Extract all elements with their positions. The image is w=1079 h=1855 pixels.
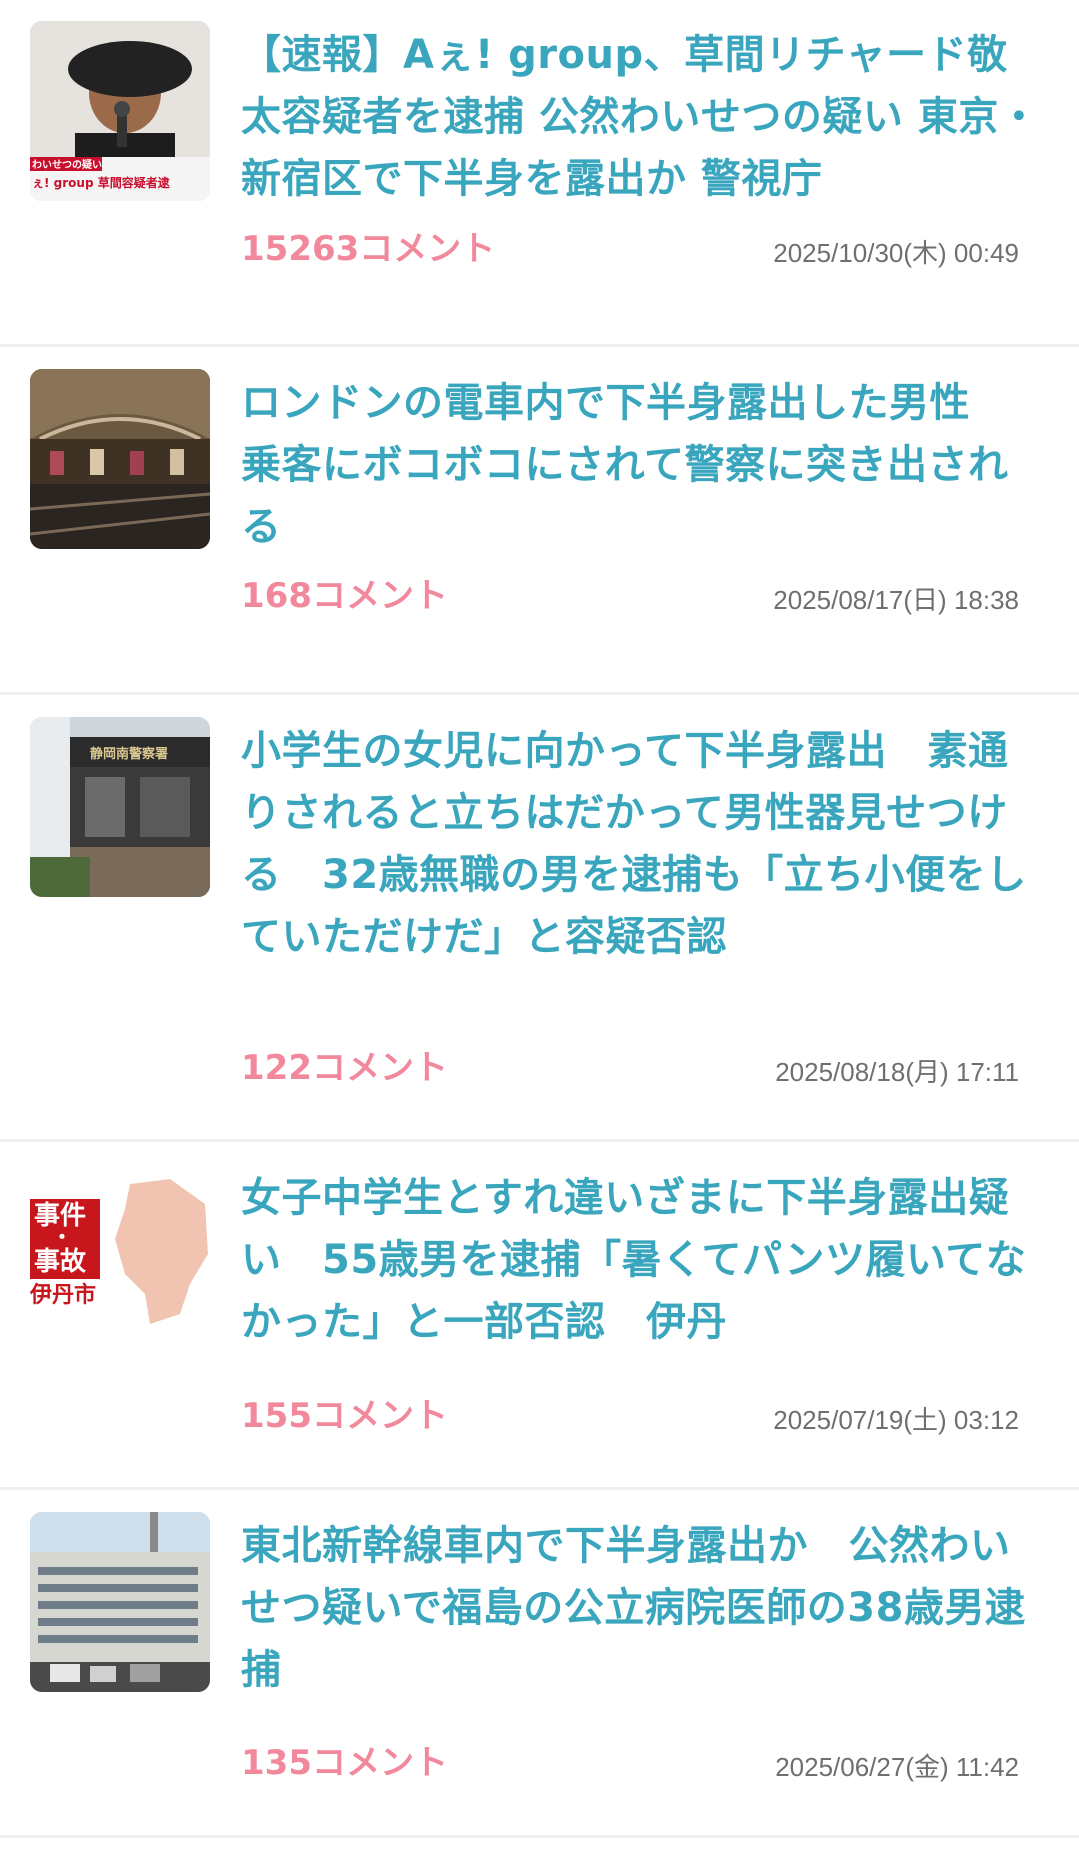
thumb-city: 伊丹市 [30,1282,96,1308]
article-thumbnail[interactable]: 静岡南警察署 [30,717,210,897]
article-date: 2025/10/30(木) 00:49 [773,238,1019,268]
thumb-sign: 静岡南警察署 [90,746,168,762]
comment-count[interactable]: 155コメント [241,1396,448,1436]
article-headline[interactable]: 女子中学生とすれ違いざまに下半身露出疑い 55歳男を逮捕「暑くてパンツ履いてなか… [241,1167,1041,1353]
article-date: 2025/08/18(月) 17:11 [775,1057,1019,1087]
news-list: わいせつの疑い ぇ! group 草間容疑者逮 【速報】Aぇ! group、草間… [0,0,1079,1855]
article-date: 2025/06/27(金) 11:42 [775,1752,1019,1782]
article-headline[interactable]: 小学生の女児に向かって下半身露出 素通りされると立ちはだかって男性器見せつける … [241,720,1041,968]
news-list-item[interactable]: 静岡南警察署 小学生の女児に向かって下半身露出 素通りされると立ちはだかって男性… [0,696,1079,1142]
comment-count[interactable]: 168コメント [241,576,448,616]
comment-count[interactable]: 15263コメント [241,229,495,269]
comment-count[interactable]: 122コメント [241,1048,448,1088]
comment-count[interactable]: 135コメント [241,1743,448,1783]
news-list-item[interactable]: ロンドンの電車内で下半身露出した男性 乗客にボコボコにされて警察に突き出される … [0,348,1079,695]
article-thumbnail[interactable]: わいせつの疑い ぇ! group 草間容疑者逮 [30,21,210,201]
thumb-caption-bottom: ぇ! group 草間容疑者逮 [32,175,171,190]
thumb-badge-dot: ・ [52,1225,72,1249]
article-headline[interactable]: 東北新幹線車内で下半身露出か 公然わいせつ疑いで福島の公立病院医師の38歳男逮捕 [241,1515,1041,1701]
article-thumbnail[interactable]: 事件 ・ 事故 伊丹市 [30,1164,210,1344]
thumb-badge-line2: 事故 [34,1247,86,1277]
news-list-item[interactable]: 事件 ・ 事故 伊丹市 女子中学生とすれ違いざまに下半身露出疑い 55歳男を逮捕… [0,1143,1079,1490]
article-date: 2025/08/17(日) 18:38 [773,585,1019,615]
news-list-item[interactable]: わいせつの疑い ぇ! group 草間容疑者逮 【速報】Aぇ! group、草間… [0,0,1079,347]
article-thumbnail[interactable] [30,1512,210,1692]
news-list-item[interactable]: 東北新幹線車内で下半身露出か 公然わいせつ疑いで福島の公立病院医師の38歳男逮捕… [0,1491,1079,1838]
article-headline[interactable]: 【速報】Aぇ! group、草間リチャード敬太容疑者を逮捕 公然わいせつの疑い … [241,24,1041,210]
article-thumbnail[interactable] [30,369,210,549]
article-date: 2025/07/19(土) 03:12 [773,1405,1019,1435]
thumb-caption-top: わいせつの疑い [32,158,102,171]
article-headline[interactable]: ロンドンの電車内で下半身露出した男性 乗客にボコボコにされて警察に突き出される [241,372,1041,558]
